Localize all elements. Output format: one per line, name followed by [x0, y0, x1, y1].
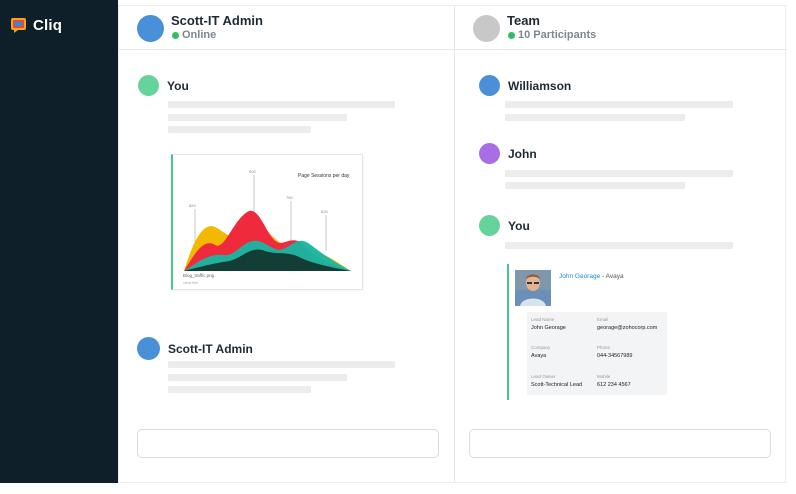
sender-name: You [508, 218, 530, 233]
peak-label: 900 [249, 169, 256, 174]
peak-label: 620 [321, 209, 328, 214]
cliq-app: Cliq Scott-IT Admin Online You Page Sess… [0, 0, 796, 494]
message-line-placeholder [505, 114, 685, 121]
avatar[interactable] [479, 75, 500, 96]
avatar[interactable] [137, 337, 160, 360]
lead-card-title[interactable]: John Georage - Avaya [559, 273, 624, 280]
lead-name-link[interactable]: John Georage [559, 273, 600, 280]
message-line-placeholder [505, 242, 733, 249]
message-sender: Williamson [479, 75, 571, 96]
image-attachment[interactable]: Page Sessions per day 820 900 750 620 Bl… [171, 154, 363, 290]
online-dot-icon [172, 31, 179, 39]
brand[interactable]: Cliq [10, 16, 62, 34]
message-line-placeholder [505, 170, 733, 177]
field-value: 044-34567989 [597, 353, 633, 359]
field-value: Scott-Technical Lead [531, 382, 583, 388]
sender-name: You [167, 78, 189, 93]
field-value: 612 234 4567 [597, 382, 631, 388]
app-name: Cliq [33, 16, 63, 34]
message-line-placeholder [505, 182, 685, 189]
presence-status: Online [172, 29, 216, 41]
avatar[interactable] [473, 15, 500, 42]
message-line-placeholder [505, 101, 733, 108]
message-line-placeholder [168, 374, 347, 381]
chat-pane-direct: Scott-IT Admin Online You Page Sessions … [119, 6, 455, 482]
attachment-chart-image: 820 900 750 620 [184, 169, 351, 271]
field-label: Email [597, 317, 609, 322]
avatar[interactable] [137, 15, 164, 42]
sender-name: John [508, 146, 537, 161]
lead-details: Lead Name John Georage Email georage@zoh… [527, 312, 667, 395]
chat-title[interactable]: Scott-IT Admin [171, 13, 263, 28]
cliq-logo-icon [10, 16, 28, 34]
avatar[interactable] [479, 143, 500, 164]
message-line-placeholder [168, 361, 395, 368]
field-label: Phone [597, 345, 611, 350]
field-value: John Georage [531, 325, 566, 331]
message-input[interactable] [137, 429, 439, 458]
message-sender: You [479, 215, 530, 236]
sidebar: Cliq [0, 0, 118, 483]
chat-workspace: Scott-IT Admin Online You Page Sessions … [118, 5, 787, 483]
presence-label: Online [182, 29, 217, 41]
lead-card[interactable]: John Georage - Avaya Lead Name John Geor… [507, 264, 673, 400]
field-label: Lead Name [531, 317, 555, 322]
participants-status: 10 Participants [508, 29, 596, 41]
message-sender: John [479, 143, 537, 164]
avatar[interactable] [138, 75, 159, 96]
online-dot-icon [508, 31, 515, 39]
field-label: Company [531, 345, 551, 350]
participants-label: 10 Participants [518, 29, 597, 41]
message-line-placeholder [168, 126, 311, 133]
message-input[interactable] [469, 429, 771, 458]
chat-pane-team: Team 10 Participants Williamson John You… [455, 6, 787, 482]
lead-photo [515, 270, 551, 306]
lead-org: - Avaya [600, 273, 624, 280]
message-line-placeholder [168, 101, 395, 108]
message-sender: You [138, 75, 189, 96]
attachment-filename[interactable]: Blog_traffic.png [183, 273, 214, 278]
field-value: Avaya [531, 353, 547, 359]
peak-label: 820 [189, 203, 196, 208]
chat-header: Scott-IT Admin Online [119, 6, 454, 50]
attachment-meta: view link [183, 280, 199, 285]
field-label: Mobile [597, 374, 611, 379]
message-line-placeholder [168, 386, 311, 393]
chat-header: Team 10 Participants [455, 6, 787, 50]
sender-name: Williamson [508, 78, 572, 93]
message-line-placeholder [168, 114, 347, 121]
field-value[interactable]: georage@zohocorp.com [597, 325, 657, 331]
field-label: Lead Owner [531, 374, 556, 379]
sender-name: Scott-IT Admin [168, 341, 253, 356]
peak-label: 750 [286, 195, 293, 200]
chat-title[interactable]: Team [507, 13, 540, 28]
avatar[interactable] [479, 215, 500, 236]
message-sender: Scott-IT Admin [137, 337, 253, 360]
